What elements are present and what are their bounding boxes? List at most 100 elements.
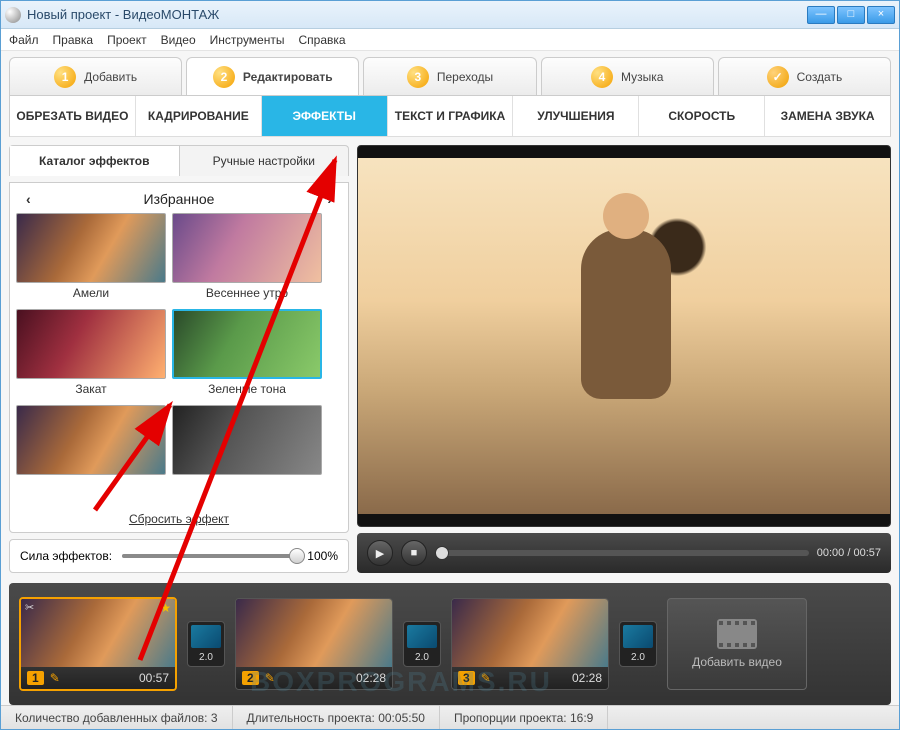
effect-thumb (172, 405, 322, 475)
transition-duration: 2.0 (404, 651, 440, 666)
minimize-button[interactable]: — (807, 6, 835, 24)
clip-duration: 02:28 (356, 671, 386, 685)
menu-video[interactable]: Видео (161, 33, 196, 47)
step-badge-2: 2 (213, 66, 235, 88)
subtab-text[interactable]: ТЕКСТ И ГРАФИКА (388, 96, 514, 136)
subtab-trim[interactable]: ОБРЕЗАТЬ ВИДЕО (10, 96, 136, 136)
effects-grid[interactable]: Амели Весеннее утро Закат Зеленые тона (16, 213, 342, 506)
effect-label: Весеннее утро (172, 283, 322, 303)
timeline-clip[interactable]: 3✎02:28 (451, 598, 609, 690)
effect-item[interactable]: Весеннее утро (172, 213, 322, 303)
transition-block[interactable]: 2.0 (403, 621, 441, 667)
effect-thumb (16, 213, 166, 283)
preview-frame (358, 158, 890, 514)
clip-duration: 00:57 (139, 671, 169, 685)
tab-effects-catalog[interactable]: Каталог эффектов (10, 146, 180, 176)
clip-bar: 3✎02:28 (452, 667, 608, 689)
effects-inner-tabs: Каталог эффектов Ручные настройки (9, 145, 349, 176)
seek-handle-icon[interactable] (435, 546, 449, 560)
edit-icon[interactable]: ✎ (50, 671, 60, 685)
step-edit[interactable]: 2 Редактировать (186, 57, 359, 95)
player-controls: ▶ ■ 00:00 / 00:57 (357, 533, 891, 573)
menu-tools[interactable]: Инструменты (210, 33, 285, 47)
step-label: Редактировать (243, 70, 333, 84)
player-time: 00:00 / 00:57 (817, 547, 881, 559)
play-button[interactable]: ▶ (367, 540, 393, 566)
transition-duration: 2.0 (188, 651, 224, 666)
timeline[interactable]: 1 ✎ 00:57 2.0 2 ✎ 02:28 2.0 3 ✎ 02:28 2.0 Добавить в… (9, 583, 891, 705)
effects-body: ‹ Избранное › Амели Весеннее утро Закат Зел… (9, 182, 349, 533)
effect-label: Закат (16, 379, 166, 399)
transition-block[interactable]: 2.0 (187, 621, 225, 667)
app-window: Новый проект - ВидеоМОНТАЖ — □ × Файл Пр… (0, 0, 900, 730)
effect-item[interactable] (172, 405, 322, 481)
clip-number: 1 (27, 671, 44, 685)
main-area: 1Добавить 2Редактировать 3Переходы 4Музы… (1, 51, 899, 705)
slider-handle-icon[interactable] (289, 548, 305, 564)
tab-effects-manual[interactable]: Ручные настройки (180, 146, 349, 176)
effect-label: Зеленые тона (172, 379, 322, 399)
film-icon (717, 619, 757, 649)
wizard-steps: 1Добавить 2 Редактировать 3Переходы 4Музы… (9, 57, 891, 95)
effect-label (172, 475, 322, 481)
preview-column: ▶ ■ 00:00 / 00:57 (357, 145, 891, 573)
timeline-clip[interactable]: 1 ✎ 00:57 (19, 597, 177, 691)
transition-icon (623, 625, 653, 648)
step-label: Создать (797, 70, 843, 84)
stop-button[interactable]: ■ (401, 540, 427, 566)
subtab-crop[interactable]: КАДРИРОВАНИЕ (136, 96, 262, 136)
effects-category: Избранное (144, 191, 215, 207)
titlebar: Новый проект - ВидеоМОНТАЖ — □ × (1, 1, 899, 29)
workarea: Каталог эффектов Ручные настройки ‹ Избр… (9, 137, 891, 579)
add-video-button[interactable]: Добавить видео (667, 598, 807, 690)
effect-strength-slider[interactable] (122, 554, 297, 558)
effect-item[interactable]: Закат (16, 309, 166, 399)
subtab-audio-replace[interactable]: ЗАМЕНА ЗВУКА (765, 96, 890, 136)
effect-item[interactable] (16, 405, 166, 481)
step-create[interactable]: ✓Создать (718, 57, 891, 95)
effect-thumb (172, 213, 322, 283)
effect-item[interactable]: Зеленые тона (172, 309, 322, 399)
menu-edit[interactable]: Правка (53, 33, 94, 47)
edit-subtabs: ОБРЕЗАТЬ ВИДЕО КАДРИРОВАНИЕ ЭФФЕКТЫ ТЕКС… (9, 95, 891, 137)
reset-effect-link[interactable]: Сбросить эффект (129, 512, 229, 526)
menu-help[interactable]: Справка (298, 33, 345, 47)
close-button[interactable]: × (867, 6, 895, 24)
subtab-effects[interactable]: ЭФФЕКТЫ (262, 96, 388, 136)
slider-fill (122, 554, 297, 558)
timeline-clip[interactable]: 2 ✎ 02:28 (235, 598, 393, 690)
step-label: Добавить (84, 70, 137, 84)
statusbar: Количество добавленных файлов: 3 Длитель… (1, 705, 899, 729)
add-video-label: Добавить видео (692, 655, 782, 669)
clip-number: 2 (242, 671, 259, 685)
transition-block[interactable]: 2.0 (619, 621, 657, 667)
menu-file[interactable]: Файл (9, 33, 39, 47)
step-music[interactable]: 4Музыка (541, 57, 714, 95)
clip-thumb (452, 599, 608, 667)
maximize-button[interactable]: □ (837, 6, 865, 24)
subtab-speed[interactable]: СКОРОСТЬ (639, 96, 765, 136)
step-add[interactable]: 1Добавить (9, 57, 182, 95)
seek-bar[interactable] (435, 550, 809, 556)
step-badge-4: 4 (591, 66, 613, 88)
effect-label: Амели (16, 283, 166, 303)
effect-item[interactable]: Амели (16, 213, 166, 303)
preview-character (581, 229, 671, 399)
menu-project[interactable]: Проект (107, 33, 147, 47)
subtab-enhance[interactable]: УЛУЧШЕНИЯ (513, 96, 639, 136)
transition-icon (191, 625, 221, 648)
effects-next-icon[interactable]: › (323, 191, 336, 207)
effects-prev-icon[interactable]: ‹ (22, 191, 35, 207)
video-preview[interactable] (357, 145, 891, 527)
effect-strength-row: Сила эффектов: 100% (9, 539, 349, 573)
edit-icon[interactable]: ✎ (481, 671, 491, 685)
step-badge-3: 3 (407, 66, 429, 88)
edit-icon[interactable]: ✎ (265, 671, 275, 685)
app-icon (5, 7, 21, 23)
clip-thumb (21, 599, 175, 667)
transition-duration: 2.0 (620, 651, 656, 666)
clip-number: 3 (458, 671, 475, 685)
clip-bar: 1 ✎ 00:57 (21, 667, 175, 689)
step-transitions[interactable]: 3Переходы (363, 57, 536, 95)
effect-thumb (172, 309, 322, 379)
